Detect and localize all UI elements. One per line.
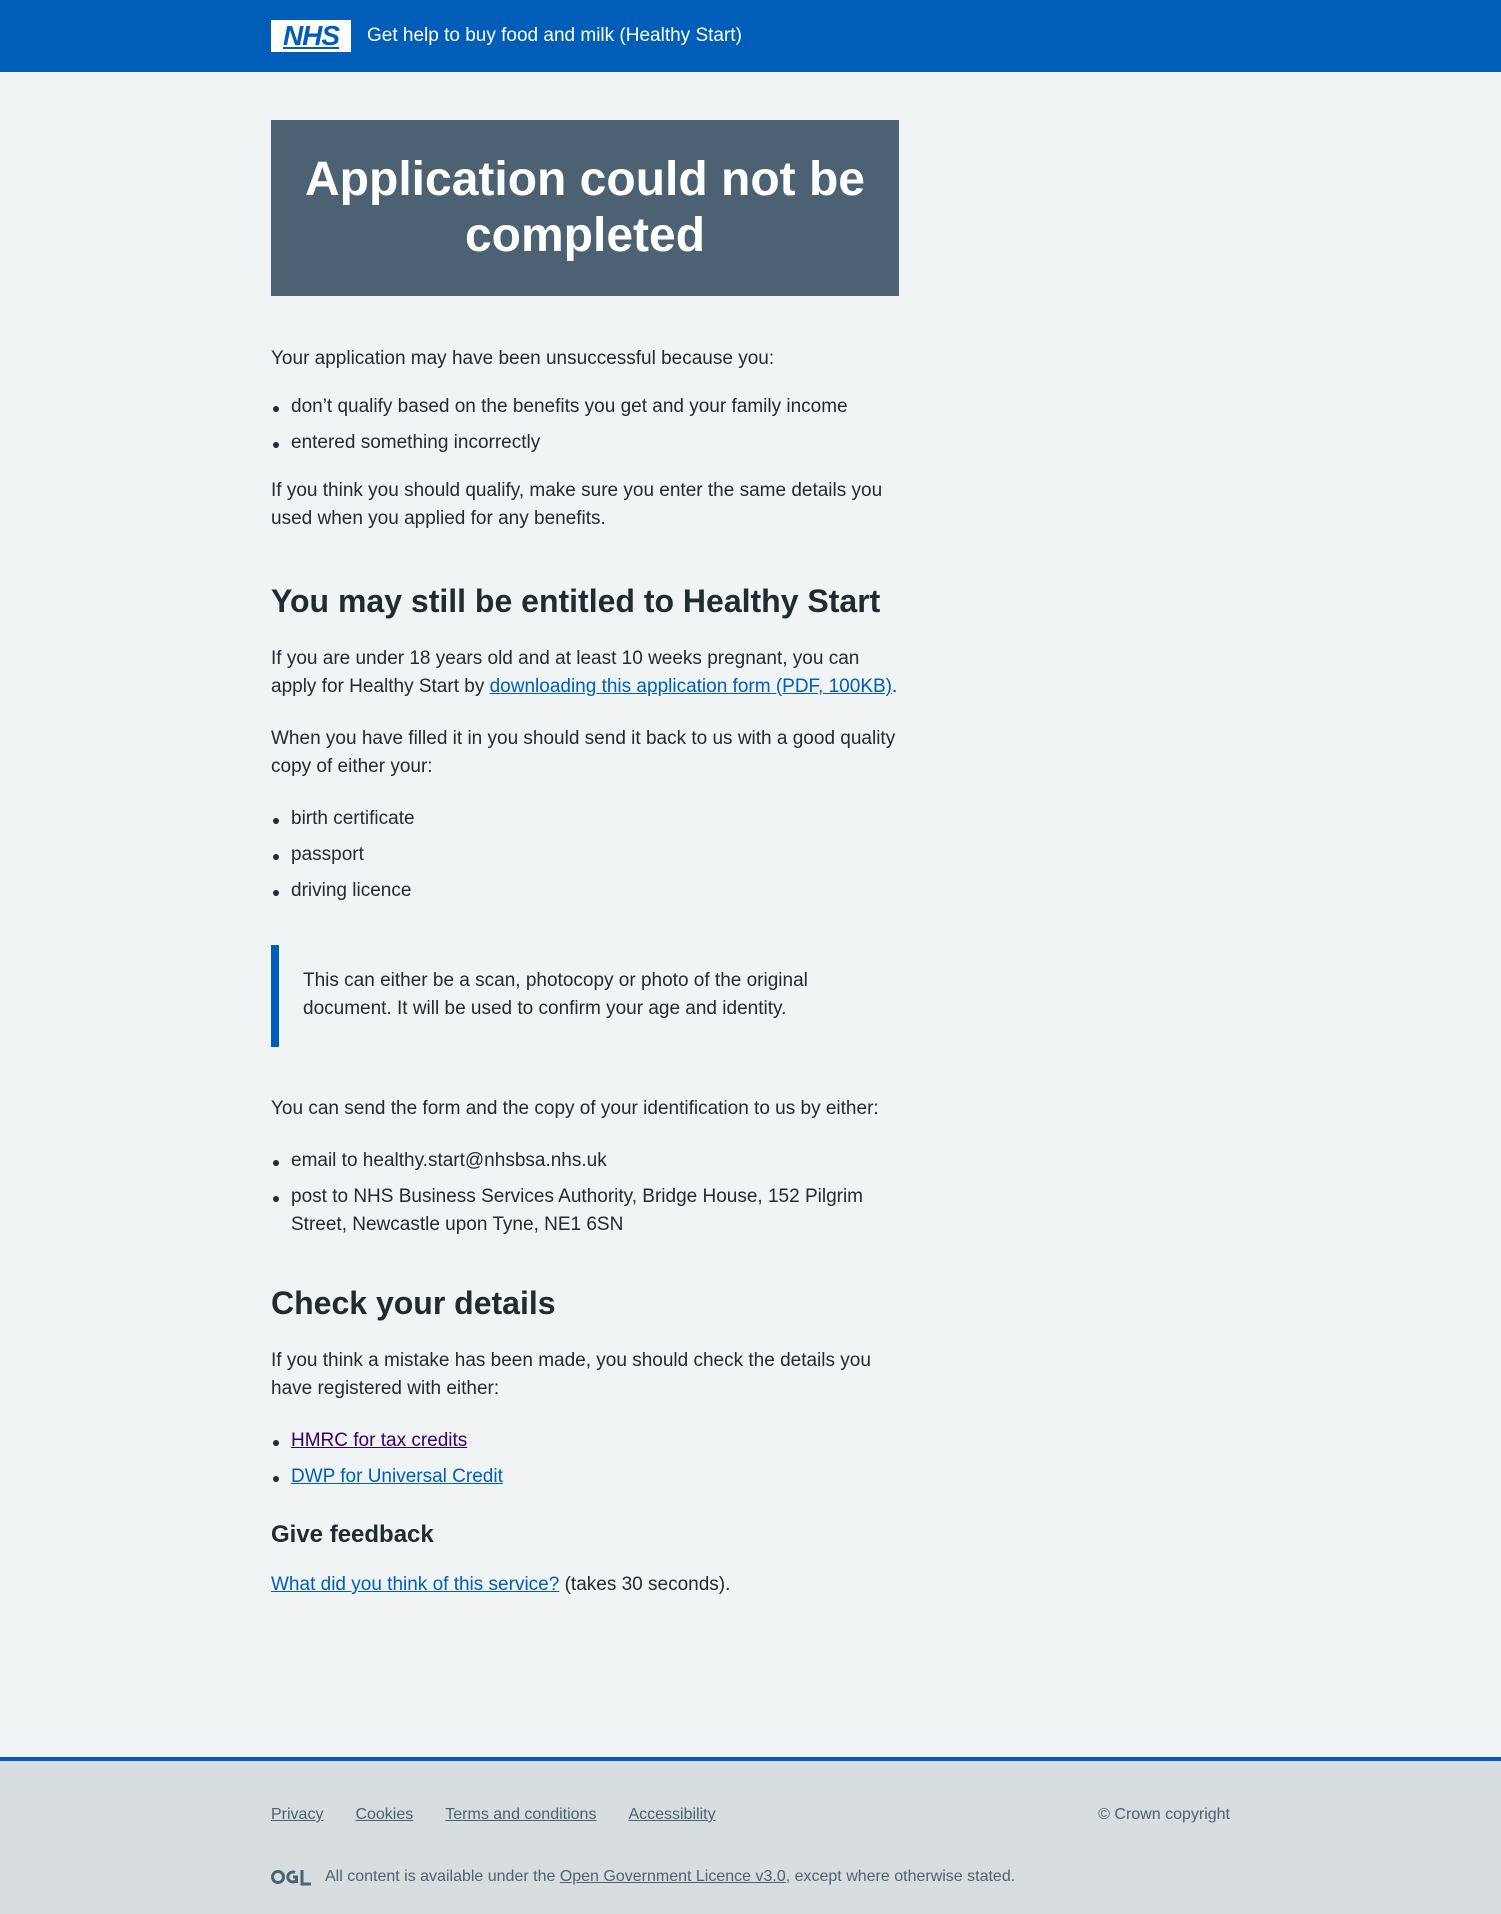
entitled-text: If you are under 18 years old and at lea… — [271, 645, 901, 701]
header-container: NHS Get help to buy food and milk (Healt… — [271, 20, 742, 52]
ogl-logo-icon — [271, 1870, 311, 1886]
dwp-link[interactable]: DWP for Universal Credit — [291, 1466, 503, 1487]
qualify-text: If you think you should qualify, make su… — [271, 480, 883, 529]
feedback-text: What did you think of this service? (tak… — [271, 1571, 901, 1599]
feedback-suffix: (takes 30 seconds). — [559, 1574, 731, 1595]
send-text: You can send the form and the copy of yo… — [271, 1098, 879, 1119]
list-item: passport — [273, 841, 901, 869]
site-header: NHS Get help to buy food and milk (Healt… — [0, 0, 1501, 72]
filled-text: When you have filled it in you should se… — [271, 728, 896, 777]
list-item: HMRC for tax credits — [273, 1427, 901, 1455]
hmrc-link[interactable]: HMRC for tax credits — [291, 1430, 467, 1451]
licence-text-end: , except where otherwise stated. — [785, 1868, 1016, 1885]
feedback-heading: Give feedback — [271, 1521, 434, 1548]
main-content: Application could not be completed Your … — [271, 72, 901, 1599]
result-panel: Application could not be completed — [271, 120, 899, 296]
service-name-link[interactable]: Get help to buy food and milk (Healthy S… — [367, 20, 742, 52]
footer-link-terms[interactable]: Terms and conditions — [445, 1803, 596, 1827]
feedback-link[interactable]: What did you think of this service? — [271, 1574, 559, 1595]
crown-copyright: © Crown copyright — [1098, 1806, 1230, 1823]
intro-text: Your application may have been unsuccess… — [271, 348, 775, 369]
list-item: birth certificate — [273, 805, 901, 833]
licence-statement: All content is available under the Open … — [271, 1865, 1015, 1889]
list-item: DWP for Universal Credit — [273, 1463, 901, 1491]
list-item: driving licence — [273, 877, 901, 905]
nhs-logo[interactable]: NHS — [271, 20, 351, 52]
application-form-link[interactable]: downloading this application form (PDF, … — [490, 676, 892, 697]
site-footer: Privacy Cookies Terms and conditions Acc… — [0, 1757, 1501, 1914]
send-methods-list: email to healthy.start@nhsbsa.nhs.uk pos… — [271, 1147, 901, 1239]
check-links-list: HMRC for tax credits DWP for Universal C… — [271, 1427, 901, 1491]
ogl-licence-link[interactable]: Open Government Licence v3.0 — [560, 1865, 786, 1889]
list-item: post to NHS Business Services Authority,… — [273, 1183, 901, 1239]
reasons-list: don’t qualify based on the benefits you … — [271, 393, 901, 457]
check-heading: Check your details — [271, 1285, 556, 1321]
inset-text: This can either be a scan, photocopy or … — [271, 945, 901, 1047]
footer-link-privacy[interactable]: Privacy — [271, 1803, 323, 1827]
panel-title: Application could not be completed — [305, 153, 865, 262]
footer-link-cookies[interactable]: Cookies — [355, 1803, 413, 1827]
nhs-logo-text: NHS — [282, 20, 340, 51]
footer-links: Privacy Cookies Terms and conditions Acc… — [271, 1803, 748, 1827]
entitled-heading: You may still be entitled to Healthy Sta… — [271, 583, 881, 619]
inset-paragraph: This can either be a scan, photocopy or … — [303, 970, 808, 1019]
check-text: If you think a mistake has been made, yo… — [271, 1350, 871, 1399]
list-item: entered something incorrectly — [273, 429, 901, 457]
documents-list: birth certificate passport driving licen… — [271, 805, 901, 905]
list-item: email to healthy.start@nhsbsa.nhs.uk — [273, 1147, 901, 1175]
entitled-text-end: . — [892, 676, 898, 697]
licence-text-start: All content is available under the — [325, 1868, 560, 1885]
list-item: don’t qualify based on the benefits you … — [273, 393, 901, 421]
footer-link-accessibility[interactable]: Accessibility — [628, 1803, 715, 1827]
